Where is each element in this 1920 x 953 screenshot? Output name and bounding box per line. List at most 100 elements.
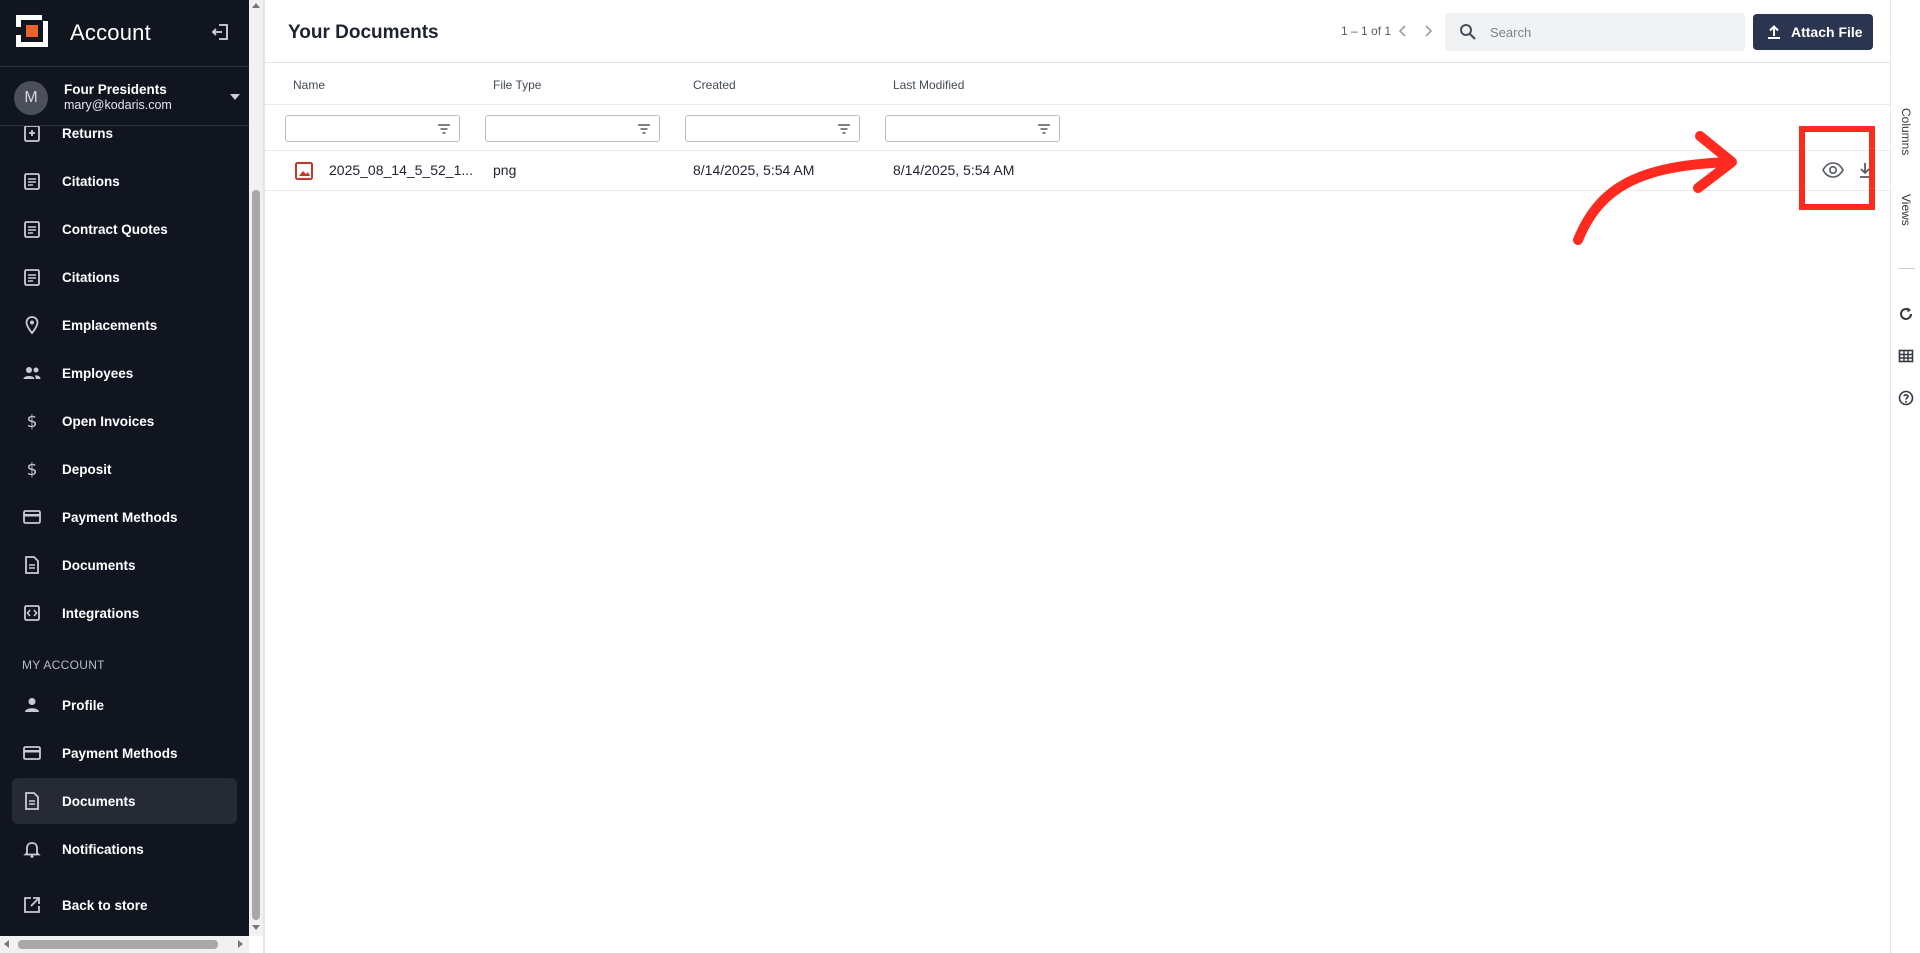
people-icon (23, 367, 41, 379)
external-link-icon (24, 897, 40, 913)
sidebar-scrollbar[interactable] (249, 0, 263, 936)
user-email: mary@kodaris.com (64, 98, 172, 112)
dollar-icon: $ (27, 460, 38, 479)
clipboard-icon (24, 173, 40, 190)
scroll-left-arrow-icon[interactable] (4, 940, 9, 948)
last-modified-filter-input[interactable] (885, 115, 1060, 142)
annotation-arrow (1573, 131, 1737, 245)
chevron-right-icon (1425, 25, 1433, 37)
credit-card-icon (23, 746, 41, 760)
sidebar-item-documents[interactable]: Documents (12, 542, 237, 588)
filter-icon[interactable] (437, 123, 451, 135)
sidebar-item-payment-methods-account[interactable]: Payment Methods (12, 730, 237, 776)
sidebar-item-citations[interactable]: Citations (12, 158, 237, 204)
sidebar-item-label: Payment Methods (62, 509, 178, 525)
column-header-last-modified[interactable]: Last Modified (893, 78, 964, 92)
document-icon (25, 556, 39, 574)
sidebar-item-employees[interactable]: Employees (12, 350, 237, 396)
scroll-down-arrow-icon[interactable] (252, 925, 260, 930)
right-tool-rail: Columns Views (1890, 0, 1920, 953)
sidebar: Account M Four Presidents mary@kodaris.c… (0, 0, 249, 953)
clipboard-icon (24, 221, 40, 238)
sidebar-item-documents-account[interactable]: Documents (12, 778, 237, 824)
divider (265, 104, 1890, 105)
pagination-label: 1 – 1 of 1 (1341, 24, 1392, 38)
sidebar-item-label: Open Invoices (62, 413, 155, 429)
image-file-icon (295, 162, 313, 180)
refresh-icon[interactable] (1898, 306, 1914, 322)
sidebar-item-profile[interactable]: Profile (12, 682, 237, 728)
sidebar-nav: Returns Citations Contract Quotes Citati… (0, 126, 249, 936)
previous-page-button[interactable] (1395, 22, 1411, 40)
sidebar-item-returns[interactable]: Returns (12, 126, 237, 156)
sidebar-item-payment-methods[interactable]: Payment Methods (12, 494, 237, 540)
sidebar-item-label: Deposit (62, 461, 112, 477)
sidebar-horizontal-scrollbar[interactable] (0, 936, 249, 953)
cell-last-modified: 8/14/2025, 5:54 AM (893, 162, 1015, 178)
tab-columns[interactable]: Columns (1891, 108, 1920, 155)
search-icon (1460, 24, 1476, 40)
bell-icon (23, 842, 41, 858)
upload-icon (1768, 25, 1780, 39)
sidebar-item-integrations[interactable]: Integrations (12, 590, 237, 636)
clipboard-icon (24, 269, 40, 286)
scroll-up-arrow-icon[interactable] (252, 3, 260, 8)
location-pin-icon (25, 316, 39, 335)
document-icon (25, 792, 39, 810)
sidebar-item-label: Documents (62, 793, 136, 809)
section-label-my-account: MY ACCOUNT (22, 658, 105, 672)
name-filter-input[interactable] (285, 115, 460, 142)
table-grid-icon[interactable] (1898, 348, 1914, 364)
chevron-left-icon (1398, 25, 1406, 37)
sidebar-item-deposit[interactable]: $ Deposit (12, 446, 237, 492)
scrollbar-thumb[interactable] (18, 940, 218, 949)
filter-icon[interactable] (837, 123, 851, 135)
next-page-button[interactable] (1420, 22, 1436, 40)
svg-text:$: $ (27, 412, 38, 431)
sidebar-item-label: Back to store (62, 897, 148, 913)
sidebar-item-label: Employees (62, 365, 134, 381)
column-header-file-type[interactable]: File Type (493, 78, 541, 92)
kodaris-logo[interactable] (16, 15, 48, 47)
sidebar-item-contract-quotes[interactable]: Contract Quotes (12, 206, 237, 252)
sidebar-item-label: Integrations (62, 605, 140, 621)
file-type-filter-input[interactable] (485, 115, 660, 142)
svg-text:$: $ (27, 460, 38, 479)
search-box[interactable] (1445, 13, 1745, 51)
chevron-down-icon[interactable] (230, 94, 240, 100)
divider (1899, 268, 1915, 269)
column-header-name[interactable]: Name (293, 78, 325, 92)
annotation-highlight-box (1799, 126, 1875, 210)
column-header-created[interactable]: Created (693, 78, 736, 92)
attach-file-button[interactable]: Attach File (1753, 14, 1873, 50)
sidebar-item-label: Payment Methods (62, 745, 178, 761)
cell-name[interactable]: 2025_08_14_5_52_1... (329, 162, 473, 178)
sidebar-item-open-invoices[interactable]: $ Open Invoices (12, 398, 237, 444)
credit-card-icon (23, 510, 41, 524)
sidebar-item-label: Documents (62, 557, 136, 573)
sidebar-item-emplacements[interactable]: Emplacements (12, 302, 237, 348)
sidebar-item-citations-2[interactable]: Citations (12, 254, 237, 300)
sidebar-item-label: Returns (62, 126, 114, 141)
attach-file-label: Attach File (1791, 24, 1863, 40)
tab-views[interactable]: Views (1891, 194, 1920, 226)
collapse-sidebar-icon[interactable] (210, 21, 232, 43)
filter-icon[interactable] (1037, 123, 1051, 135)
app-title: Account (70, 20, 151, 45)
sidebar-item-label: Profile (62, 697, 105, 713)
sidebar-item-notifications[interactable]: Notifications (12, 826, 237, 872)
sidebar-item-back-to-store[interactable]: Back to store (12, 882, 237, 928)
dollar-icon: $ (27, 412, 38, 431)
help-icon[interactable] (1898, 390, 1914, 406)
sidebar-item-label: Citations (62, 173, 120, 189)
scroll-right-arrow-icon[interactable] (238, 940, 243, 948)
user-name: Four Presidents (64, 82, 167, 97)
sidebar-item-label: Emplacements (62, 317, 158, 333)
search-input[interactable] (1490, 13, 1730, 51)
return-icon (24, 126, 40, 142)
scrollbar-thumb[interactable] (252, 190, 260, 920)
user-switcher[interactable]: M Four Presidents mary@kodaris.com (0, 66, 249, 126)
created-filter-input[interactable] (685, 115, 860, 142)
filter-icon[interactable] (637, 123, 651, 135)
avatar: M (14, 81, 48, 115)
